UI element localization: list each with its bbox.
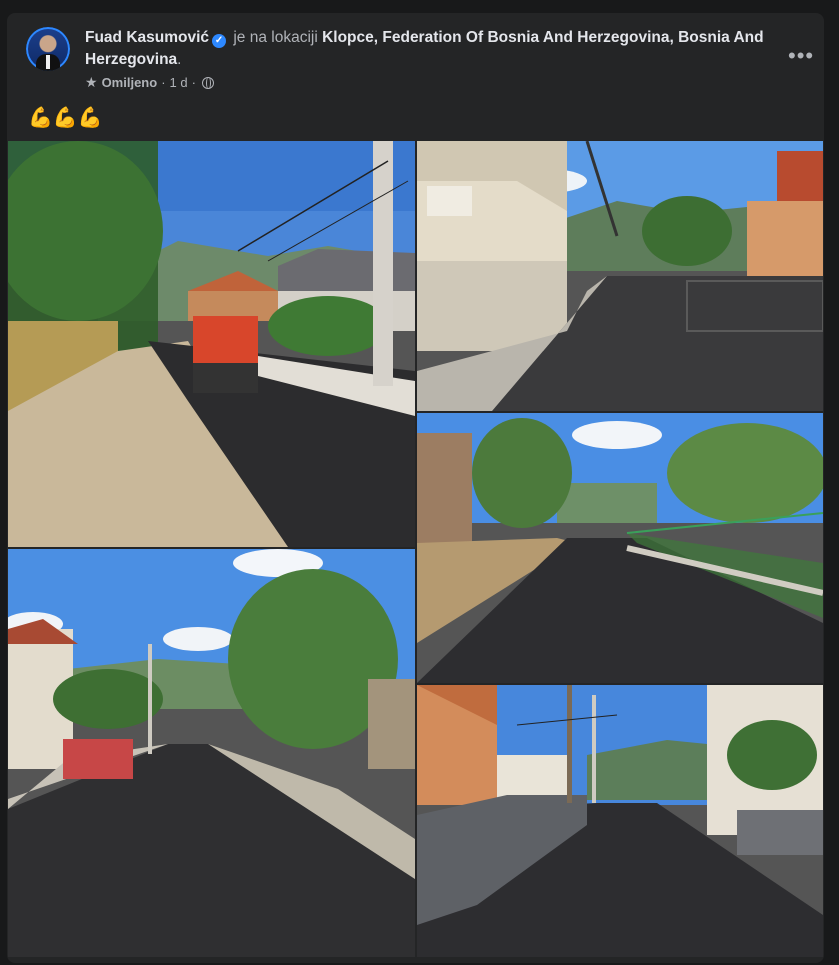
houses-street-photo[interactable] <box>417 141 823 411</box>
favorites-label[interactable]: Omiljeno <box>102 75 158 90</box>
more-options-icon[interactable]: ••• <box>788 45 814 67</box>
post-card: Fuad Kasumović ✓ je na lokaciji Klopce, F… <box>7 13 824 963</box>
post-time[interactable]: 1 d <box>170 75 188 90</box>
road-roller-photo[interactable] <box>8 141 415 547</box>
meta-separator: · <box>161 75 166 90</box>
avatar-tie <box>46 55 50 69</box>
author-avatar[interactable] <box>26 27 70 71</box>
globe-icon[interactable] <box>201 76 214 89</box>
post-title: Fuad Kasumović ✓ je na lokaciji Klopce, F… <box>85 27 765 71</box>
fence-road-photo[interactable] <box>417 413 823 683</box>
gray-fence-street-photo[interactable] <box>417 685 823 957</box>
post-meta: ★ Omiljeno · 1 d · <box>85 74 214 91</box>
location-period: . <box>177 51 182 68</box>
verified-badge-icon: ✓ <box>212 34 227 48</box>
author-name[interactable]: Fuad Kasumović <box>85 29 209 46</box>
star-icon: ★ <box>85 74 98 90</box>
trees-road-photo[interactable] <box>8 549 415 957</box>
at-location-text: je na lokaciji <box>233 29 318 46</box>
post-body: 💪💪💪 <box>28 107 103 129</box>
photo-grid <box>7 141 824 963</box>
meta-separator-2: · <box>191 75 196 90</box>
